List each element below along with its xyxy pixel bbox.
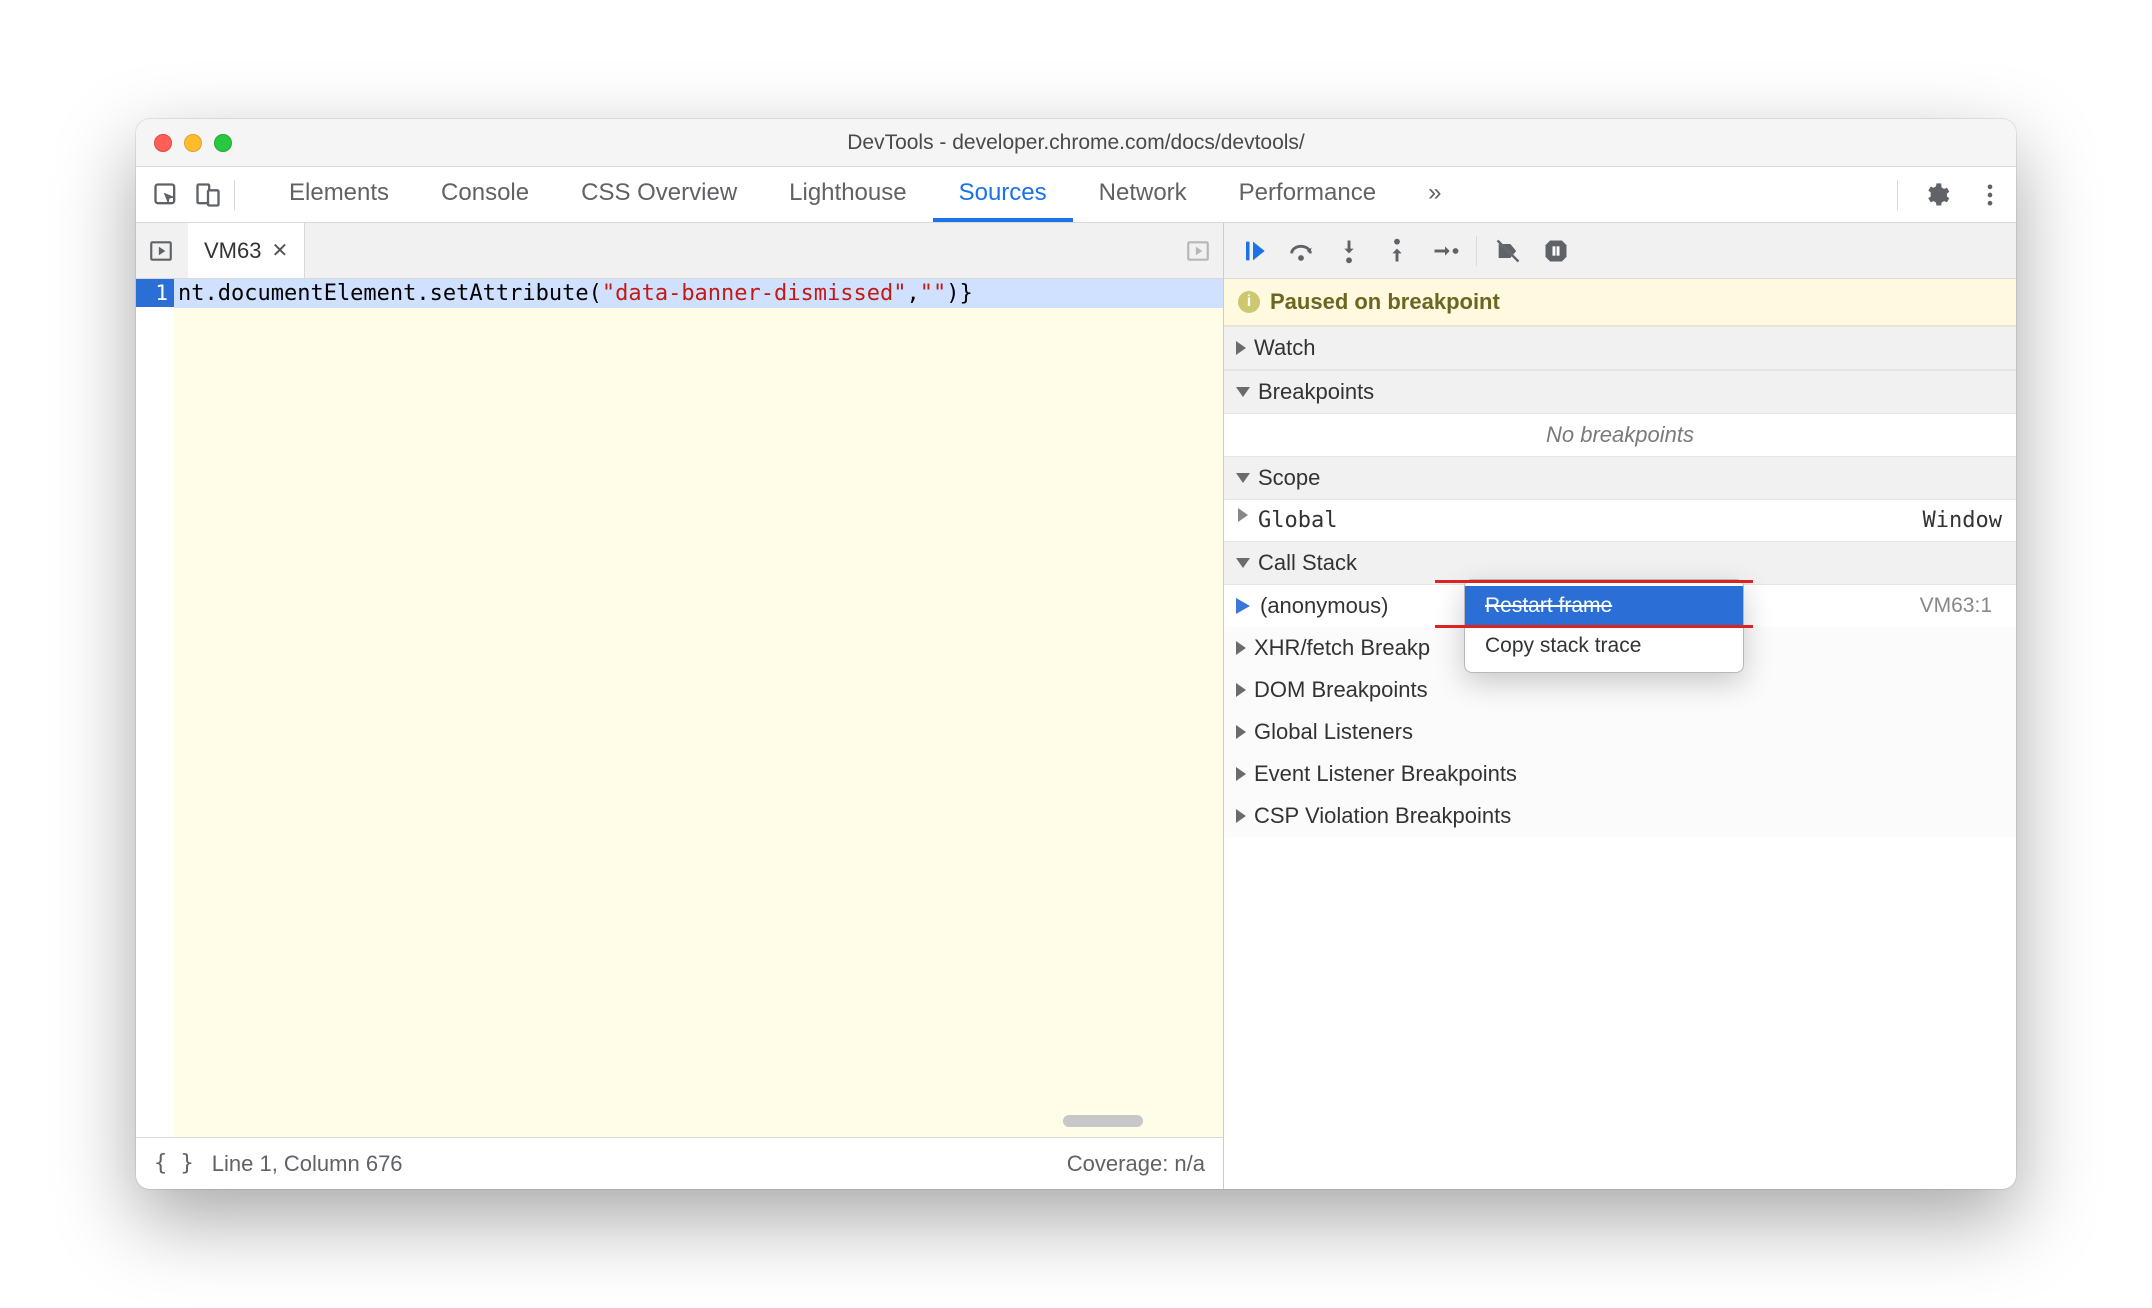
section-label: Scope	[1258, 465, 1320, 491]
chevron-down-icon	[1236, 558, 1250, 568]
navigator-toggle-icon[interactable]	[144, 234, 178, 268]
scope-value: Window	[1923, 508, 2002, 533]
scope-global-row[interactable]: Global Window	[1224, 500, 2016, 541]
main-area: VM63 ✕ 1 nt.documentElement.setAttribute…	[136, 223, 2016, 1189]
strike-annotation	[1435, 625, 1753, 628]
chevron-down-icon	[1236, 387, 1250, 397]
tab-lighthouse[interactable]: Lighthouse	[763, 167, 932, 222]
frame-name: (anonymous)	[1260, 593, 1388, 619]
section-label: Global Listeners	[1254, 719, 1413, 745]
tab-network[interactable]: Network	[1073, 167, 1213, 222]
section-event-listener-breakpoints[interactable]: Event Listener Breakpoints	[1224, 753, 2016, 795]
chevron-right-icon	[1236, 767, 1246, 781]
file-tab-label: VM63	[204, 238, 261, 264]
section-dom-breakpoints[interactable]: DOM Breakpoints	[1224, 669, 2016, 711]
no-breakpoints-message: No breakpoints	[1224, 414, 2016, 456]
section-label: Watch	[1254, 335, 1316, 361]
run-snippet-icon[interactable]	[1181, 234, 1215, 268]
callstack-frame[interactable]: (anonymous) VM63:1 Restart frame Copy st…	[1224, 585, 2016, 627]
tab-console[interactable]: Console	[415, 167, 555, 222]
titlebar: DevTools - developer.chrome.com/docs/dev…	[136, 119, 2016, 167]
section-breakpoints[interactable]: Breakpoints	[1224, 370, 2016, 414]
panel-tabs: Elements Console CSS Overview Lighthouse…	[263, 167, 1467, 222]
section-csp-breakpoints[interactable]: CSP Violation Breakpoints	[1224, 795, 2016, 837]
section-global-listeners[interactable]: Global Listeners	[1224, 711, 2016, 753]
debugger-toolbar	[1224, 223, 2016, 279]
coverage-status: Coverage: n/a	[1067, 1151, 1205, 1177]
menu-item-label: Copy stack trace	[1485, 634, 1641, 657]
step-icon[interactable]	[1428, 234, 1462, 268]
chevron-right-icon	[1236, 341, 1246, 355]
editor-statusbar: { } Line 1, Column 676 Coverage: n/a	[136, 1137, 1223, 1189]
section-label: Call Stack	[1258, 550, 1357, 576]
section-label: DOM Breakpoints	[1254, 677, 1428, 703]
chevron-right-icon	[1238, 508, 1248, 522]
device-toolbar-icon[interactable]	[192, 179, 224, 211]
deactivate-breakpoints-icon[interactable]	[1491, 234, 1525, 268]
chevron-right-icon	[1236, 683, 1246, 697]
section-scope[interactable]: Scope	[1224, 456, 2016, 500]
step-out-icon[interactable]	[1380, 234, 1414, 268]
line-number: 1	[136, 279, 174, 307]
line-gutter: 1	[136, 279, 174, 1137]
step-into-icon[interactable]	[1332, 234, 1366, 268]
context-menu: Restart frame Copy stack trace	[1464, 579, 1744, 673]
devtools-toolbar: Elements Console CSS Overview Lighthouse…	[136, 167, 2016, 223]
pause-banner: i Paused on breakpoint	[1224, 279, 2016, 326]
toolbar-right	[1897, 179, 2006, 211]
section-watch[interactable]: Watch	[1224, 326, 2016, 370]
kebab-menu-icon[interactable]	[1974, 179, 2006, 211]
editor-tabbar: VM63 ✕	[136, 223, 1223, 279]
tabs-overflow-button[interactable]: »	[1402, 167, 1467, 222]
code-line: nt.documentElement.setAttribute("data-ba…	[174, 279, 1223, 308]
devtools-window: DevTools - developer.chrome.com/docs/dev…	[136, 119, 2016, 1189]
toolbar-left	[150, 179, 235, 211]
chevron-right-icon	[1236, 809, 1246, 823]
tab-sources[interactable]: Sources	[933, 167, 1073, 222]
inspect-element-icon[interactable]	[150, 179, 182, 211]
divider	[234, 180, 235, 210]
current-frame-icon	[1236, 598, 1250, 614]
close-icon[interactable]: ✕	[271, 238, 288, 263]
chevron-right-icon	[1236, 641, 1246, 655]
strike-annotation	[1435, 580, 1753, 583]
tab-elements[interactable]: Elements	[263, 167, 415, 222]
chevron-down-icon	[1236, 473, 1250, 483]
scope-label: Global	[1258, 508, 1337, 533]
section-label: XHR/fetch Breakp	[1254, 635, 1430, 661]
step-over-icon[interactable]	[1284, 234, 1318, 268]
menu-item-restart-frame[interactable]: Restart frame	[1465, 586, 1743, 626]
file-tab[interactable]: VM63 ✕	[188, 223, 305, 278]
menu-item-label: Restart frame	[1485, 594, 1612, 617]
frame-location: VM63:1	[1920, 594, 2004, 618]
pretty-print-button[interactable]: { }	[154, 1151, 194, 1176]
code-editor[interactable]: 1 nt.documentElement.setAttribute("data-…	[136, 279, 1223, 1137]
info-icon: i	[1238, 291, 1260, 313]
menu-item-copy-stack-trace[interactable]: Copy stack trace	[1465, 626, 1743, 666]
resume-icon[interactable]	[1236, 234, 1270, 268]
pause-banner-text: Paused on breakpoint	[1270, 289, 1500, 315]
editor-column: VM63 ✕ 1 nt.documentElement.setAttribute…	[136, 223, 1224, 1189]
chevron-right-icon	[1236, 725, 1246, 739]
pause-on-exceptions-icon[interactable]	[1539, 234, 1573, 268]
tab-css-overview[interactable]: CSS Overview	[555, 167, 763, 222]
code-area[interactable]: nt.documentElement.setAttribute("data-ba…	[174, 279, 1223, 1137]
divider	[1476, 236, 1477, 266]
tab-performance[interactable]: Performance	[1213, 167, 1402, 222]
section-label: Breakpoints	[1258, 379, 1374, 405]
gear-icon[interactable]	[1920, 179, 1952, 211]
divider	[1897, 180, 1898, 210]
horizontal-scrollbar[interactable]	[1063, 1115, 1143, 1127]
section-label: CSP Violation Breakpoints	[1254, 803, 1511, 829]
window-title: DevTools - developer.chrome.com/docs/dev…	[136, 131, 2016, 155]
cursor-position: Line 1, Column 676	[212, 1151, 403, 1177]
debugger-panel: i Paused on breakpoint Watch Breakpoints…	[1224, 223, 2016, 1189]
section-label: Event Listener Breakpoints	[1254, 761, 1517, 787]
